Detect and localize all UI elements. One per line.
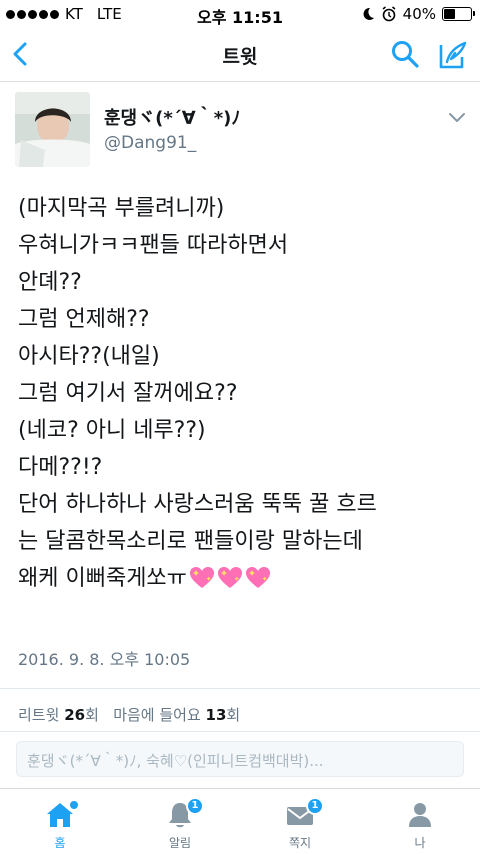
retweet-label: 리트윗 — [18, 706, 60, 724]
tweet-line: 는 달콤한목소리로 팬들이랑 말하는데 — [18, 529, 363, 554]
tweet-line: (네코? 아니 네루??) — [18, 418, 206, 443]
like-label: 마음에 들어요 — [113, 706, 201, 724]
tweet-line: 왜케 이뻐죽게쏘ㅠ — [18, 566, 187, 591]
tweet-line: 우혀니가ㅋㅋ팬들 따라하면서 — [18, 233, 289, 258]
back-chevron-icon[interactable] — [6, 39, 36, 69]
like-unit: 회 — [226, 706, 241, 724]
tab-home[interactable]: 홈 — [0, 789, 120, 854]
tab-label: 알림 — [168, 836, 192, 850]
tweet-line-last: 왜케 이뻐죽게쏘ㅠ — [18, 560, 468, 597]
tab-label: 쪽지 — [288, 836, 312, 850]
retweet-stat[interactable]: 리트윗 26회 — [18, 706, 99, 724]
message-badge: 1 — [306, 797, 324, 815]
user-handle[interactable]: @Dang91_ — [104, 133, 196, 153]
avatar[interactable] — [15, 92, 90, 167]
battery-fill — [444, 9, 456, 19]
like-count: 13 — [205, 706, 227, 724]
alarm-icon — [382, 6, 396, 22]
battery-percent: 40% — [402, 5, 436, 23]
tweet-timestamp: 2016. 9. 8. 오후 10:05 — [18, 650, 191, 669]
tab-notifications[interactable]: 1 알림 — [120, 789, 240, 854]
tweet-text: (마지막곡 부를려니까) 우혀니가ㅋㅋ팬들 따라하면서 안뎨?? 그럼 언제해?… — [18, 190, 468, 597]
tab-label: 나 — [414, 836, 426, 850]
avatar-image — [15, 92, 90, 167]
sparkling-heart-icon — [217, 567, 242, 588]
sparkling-heart-icon — [189, 567, 214, 588]
user-display-name[interactable]: 훈댕ヾ(*´∀｀*)ﾉ — [104, 104, 240, 130]
battery-icon — [442, 7, 475, 21]
person-icon — [409, 803, 431, 827]
search-icon[interactable] — [390, 39, 420, 69]
tab-messages[interactable]: 1 쪽지 — [240, 789, 360, 854]
sparkling-heart-icon — [245, 567, 270, 588]
tab-label: 홈 — [54, 836, 66, 850]
tweet-line: 다메??!? — [18, 455, 103, 480]
tab-bar: 홈 1 알림 1 쪽지 나 — [0, 788, 480, 854]
tab-me[interactable]: 나 — [360, 789, 480, 854]
tweet-line: (마지막곡 부를려니까) — [18, 196, 225, 221]
sparkling-hearts — [189, 566, 271, 590]
reply-input[interactable]: 훈댕ヾ(*´∀｀*)ﾉ, 숙혜♡(인피니트컴백대박)... — [16, 741, 464, 777]
divider — [0, 688, 480, 689]
moon-icon — [363, 7, 374, 20]
notification-badge: 1 — [186, 797, 204, 815]
chevron-down-icon[interactable] — [448, 110, 466, 124]
status-right: 40% — [361, 5, 475, 23]
retweet-unit: 회 — [85, 706, 99, 724]
like-stat[interactable]: 마음에 들어요 13회 — [113, 706, 240, 724]
tweet-line: 안뎨?? — [18, 270, 82, 295]
retweet-count: 26 — [64, 706, 86, 724]
tweet-line: 그럼 여기서 잘꺼에요?? — [18, 381, 238, 406]
nav-bar: 트윗 — [0, 28, 480, 82]
tweet-stats: 리트윗 26회 마음에 들어요 13회 — [18, 704, 240, 725]
reply-area: 훈댕ヾ(*´∀｀*)ﾉ, 숙혜♡(인피니트컴백대박)... — [0, 732, 480, 788]
tweet-line: 단어 하나하나 사랑스러움 뚝뚝 꿀 흐르 — [18, 492, 377, 517]
tweet-line: 아시타??(내일) — [18, 344, 160, 369]
status-bar: KT LTE 오후 11:51 40% — [0, 0, 480, 28]
compose-icon[interactable] — [436, 39, 468, 71]
new-dot-badge — [70, 801, 78, 809]
tweet-line: 그럼 언제해?? — [18, 307, 150, 332]
